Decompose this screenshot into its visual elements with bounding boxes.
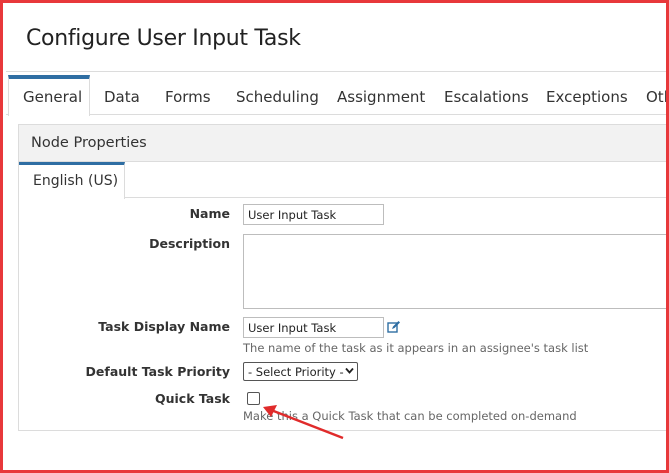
screenshot-frame: Configure User Input Task General Data F… <box>0 0 669 473</box>
annotation-arrow <box>263 405 344 440</box>
